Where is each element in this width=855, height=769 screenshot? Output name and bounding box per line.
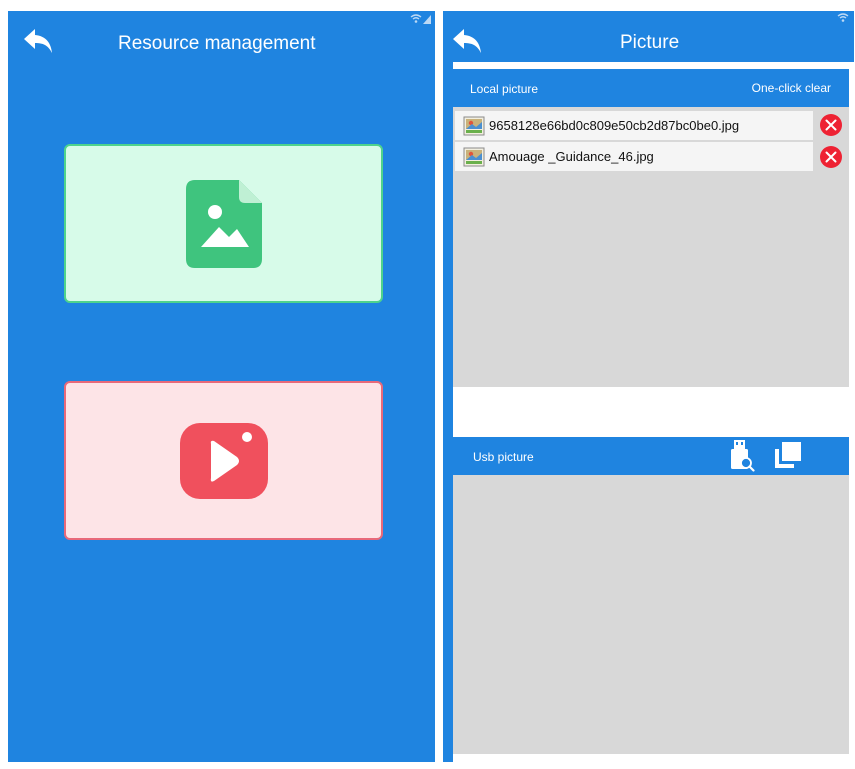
picture-card[interactable] [64,144,383,303]
one-click-clear-button[interactable]: One-click clear [752,81,831,95]
image-file-icon [186,180,262,268]
list-item[interactable]: Amouage _Guidance_46.jpg [455,142,813,171]
back-arrow-icon[interactable] [22,27,54,55]
local-picture-label: Local picture [470,82,539,96]
local-picture-header: Local picture One-click clear [453,69,849,107]
page-title: Resource management [118,33,316,54]
list-item[interactable]: 9658128e66bd0c809e50cb2d87bc0be0.jpg [455,111,813,140]
usb-picture-panel: Usb picture [453,437,849,754]
picture-screen: Picture Local picture One-click clear 96… [443,11,854,762]
image-thumbnail-icon [463,116,485,136]
usb-picture-header: Usb picture [453,437,849,475]
file-name: Amouage _Guidance_46.jpg [489,149,654,164]
local-picture-panel: Local picture One-click clear 9658128e66… [453,69,849,387]
back-arrow-icon[interactable] [451,27,483,55]
usb-picture-label: Usb picture [473,450,534,464]
image-thumbnail-icon [463,147,485,167]
wifi-signal-icon [837,13,849,22]
resource-management-screen: Resource management [8,11,435,762]
delete-icon[interactable] [819,145,843,169]
video-play-icon [180,423,268,499]
file-name: 9658128e66bd0c809e50cb2d87bc0be0.jpg [489,118,740,133]
video-card[interactable] [64,381,383,540]
delete-icon[interactable] [819,113,843,137]
wifi-signal-icon [410,14,431,24]
copy-icon[interactable] [773,441,803,469]
page-title: Picture [620,32,680,53]
usb-search-icon[interactable] [729,439,755,473]
